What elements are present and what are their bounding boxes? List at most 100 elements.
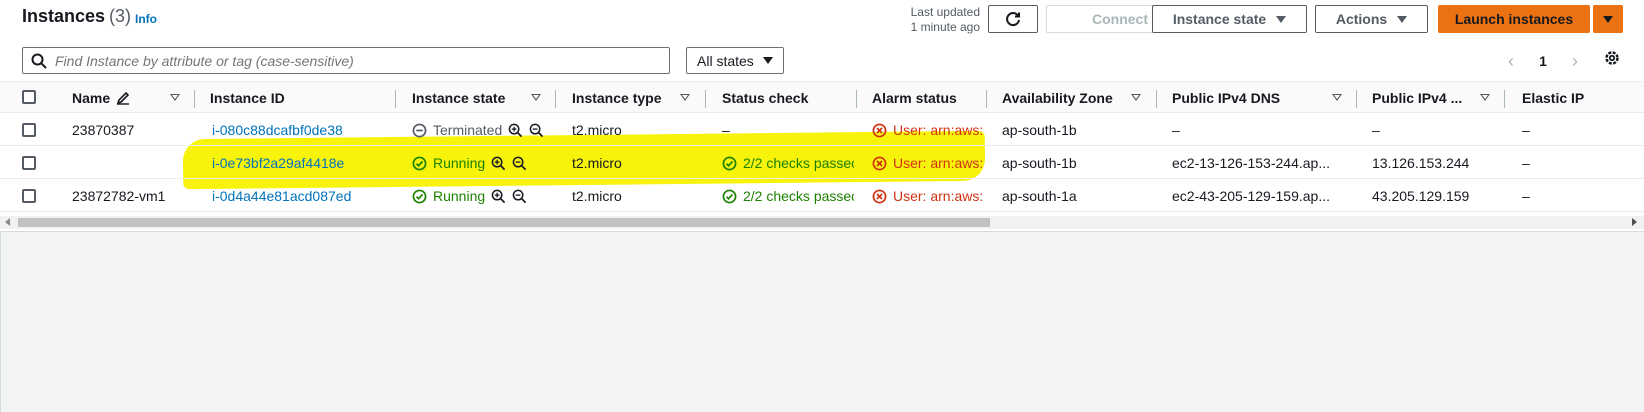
column-header-instance-state[interactable]: Instance state (412, 82, 505, 114)
cell-ip: 43.205.129.159 (1372, 188, 1470, 204)
instance-id-link[interactable]: i-0d4a44e81acd087ed (212, 180, 351, 212)
alarm-label: User: arn:aws:i (893, 122, 984, 138)
column-divider[interactable] (856, 90, 857, 108)
instance-state-button[interactable]: Instance state (1152, 5, 1307, 33)
cell-alarm: User: arn:aws:i (872, 114, 984, 146)
instance-id-link[interactable]: i-0e73bf2a29af4418e (212, 147, 344, 179)
column-header-availability-zone[interactable]: Availability Zone (1002, 82, 1113, 114)
actions-label: Actions (1335, 11, 1388, 27)
select-all-checkbox[interactable] (22, 90, 36, 104)
cell-state: Running (412, 147, 527, 179)
x-circle-icon (872, 189, 887, 204)
cell-dns: ec2-13-126-153-244.ap... (1172, 155, 1330, 171)
instance-count: (3) (109, 6, 132, 26)
cell-type: t2.micro (572, 155, 622, 171)
column-header-public-dns[interactable]: Public IPv4 DNS (1172, 82, 1280, 114)
column-header-label: Name (72, 90, 111, 106)
state-label: Running (433, 155, 486, 171)
column-divider[interactable] (555, 90, 556, 108)
cell-zone: ap-south-1b (1002, 155, 1077, 171)
column-divider[interactable] (1156, 90, 1157, 108)
state-label: Terminated (433, 122, 503, 138)
search-input[interactable] (55, 52, 645, 69)
sort-icon[interactable] (1332, 94, 1342, 101)
caret-down-icon (1276, 15, 1287, 23)
minus-circle-icon (412, 123, 427, 138)
sort-icon[interactable] (1480, 94, 1490, 101)
zoom-out-icon[interactable] (529, 123, 544, 138)
launch-instances-button[interactable]: Launch instances (1438, 5, 1590, 33)
column-header-name[interactable]: Name (72, 82, 130, 114)
zoom-in-icon[interactable] (491, 156, 506, 171)
info-link[interactable]: Info (135, 12, 157, 26)
column-divider[interactable] (1356, 90, 1357, 108)
horizontal-scrollbar[interactable] (0, 216, 1644, 229)
cell-type: t2.micro (572, 188, 622, 204)
zoom-out-icon[interactable] (512, 189, 527, 204)
table-row[interactable]: i-0e73bf2a29af4418e Running t2.micro 2/2… (0, 147, 1644, 179)
page-number[interactable]: 1 (1539, 53, 1547, 69)
pencil-icon (116, 91, 130, 105)
gear-icon (1603, 49, 1621, 67)
x-circle-icon (872, 156, 887, 171)
column-header-instance-id[interactable]: Instance ID (210, 82, 285, 114)
search-icon (31, 53, 47, 69)
cell-zone: ap-south-1b (1002, 122, 1077, 138)
actions-button[interactable]: Actions (1315, 5, 1428, 33)
sort-icon[interactable] (680, 94, 690, 101)
row-checkbox[interactable] (22, 189, 36, 203)
scrollbar-thumb[interactable] (18, 218, 990, 227)
cell-name: 23872782-vm1 (72, 188, 166, 204)
column-header-public-ipv4[interactable]: Public IPv4 ... (1372, 82, 1462, 114)
search-box[interactable] (22, 47, 670, 74)
sort-icon[interactable] (1131, 94, 1141, 101)
alarm-label: User: arn:aws:i (893, 188, 984, 204)
table-row[interactable]: 23870387 i-080c88dcafbf0de38 Terminated … (0, 114, 1644, 146)
cell-status: – (722, 122, 730, 138)
zoom-in-icon[interactable] (491, 189, 506, 204)
status-label: 2/2 checks passec (743, 188, 854, 204)
caret-down-icon (1397, 15, 1408, 23)
column-header-status-check[interactable]: Status check (722, 82, 808, 114)
zoom-out-icon[interactable] (512, 156, 527, 171)
last-updated-time: 1 minute ago (910, 20, 980, 34)
column-divider[interactable] (395, 90, 396, 108)
preferences-button[interactable] (1601, 47, 1623, 69)
zoom-in-icon[interactable] (508, 123, 523, 138)
cell-alarm: User: arn:aws:i (872, 180, 984, 212)
refresh-button[interactable] (988, 5, 1038, 33)
cell-ip: 13.126.153.244 (1372, 155, 1470, 171)
cell-type: t2.micro (572, 122, 622, 138)
instances-panel: Instances (3) Info Last updated 1 minute … (0, 0, 1644, 232)
sort-icon[interactable] (170, 94, 180, 101)
page-title: Instances (3) (22, 6, 131, 27)
status-label: 2/2 checks passec (743, 155, 854, 171)
prev-page-icon[interactable]: ‹ (1508, 51, 1514, 72)
state-label: Running (433, 188, 486, 204)
column-divider[interactable] (705, 90, 706, 108)
instance-id-link[interactable]: i-080c88dcafbf0de38 (212, 114, 343, 146)
cell-state: Running (412, 180, 527, 212)
next-page-icon[interactable]: › (1572, 51, 1578, 72)
table-row[interactable]: 23872782-vm1 i-0d4a44e81acd087ed Running… (0, 180, 1644, 212)
states-select[interactable]: All states (686, 47, 784, 74)
cell-state: Terminated (412, 114, 544, 146)
cell-status: 2/2 checks passec (722, 180, 854, 212)
column-header-elastic-ip[interactable]: Elastic IP (1522, 82, 1584, 114)
column-divider[interactable] (1504, 90, 1505, 108)
launch-options-button[interactable] (1593, 5, 1623, 33)
scroll-right-icon[interactable] (1632, 218, 1637, 226)
check-circle-icon (722, 189, 737, 204)
cell-status: 2/2 checks passec (722, 147, 854, 179)
column-divider[interactable] (986, 90, 987, 108)
column-divider[interactable] (194, 90, 195, 108)
scroll-left-icon[interactable] (5, 218, 10, 226)
column-header-alarm-status[interactable]: Alarm status (872, 82, 957, 114)
column-header-instance-type[interactable]: Instance type (572, 82, 661, 114)
sort-icon[interactable] (531, 94, 541, 101)
refresh-icon (1004, 10, 1022, 28)
page-title-text: Instances (22, 6, 106, 26)
row-checkbox[interactable] (22, 156, 36, 170)
last-updated: Last updated 1 minute ago (880, 5, 980, 35)
row-checkbox[interactable] (22, 123, 36, 137)
